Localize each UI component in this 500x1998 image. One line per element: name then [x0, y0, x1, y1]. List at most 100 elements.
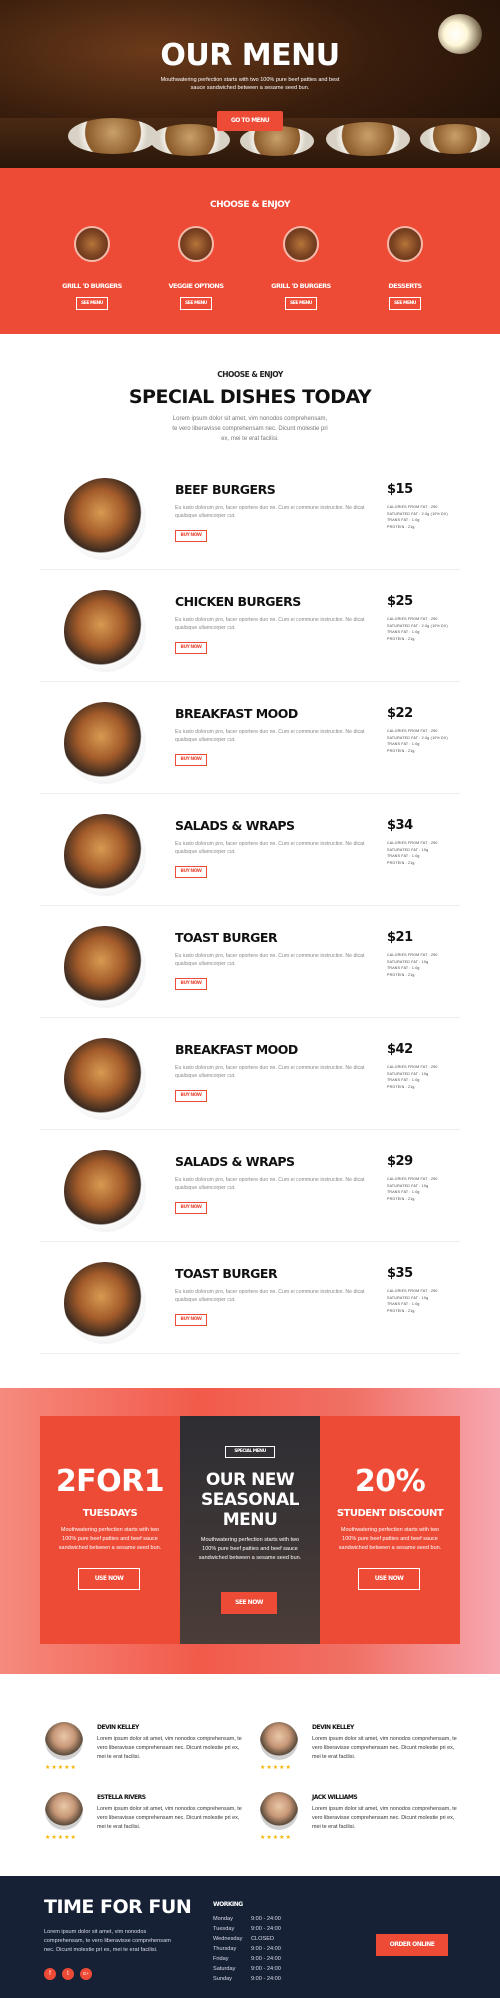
dish-image [64, 1262, 146, 1344]
hours-row: Tuesday 9:00 - 24:00 [213, 1926, 293, 1932]
dish-description: Eu iusto dolorum pro, facer oportere duo… [175, 1289, 365, 1303]
dish-name: SALADS & WRAPS [175, 1154, 295, 1169]
dish-image [64, 590, 146, 672]
dish-price: $35 [387, 1266, 413, 1281]
see-menu-button[interactable]: SEE MENU [76, 297, 108, 310]
dish-description: Eu iusto dolorum pro, facer oportere duo… [175, 953, 365, 967]
menu-item: CHICKEN BURGERS Eu iusto dolorum pro, fa… [40, 570, 460, 682]
menu-item: SALADS & WRAPS Eu iusto dolorum pro, fac… [40, 794, 460, 906]
facebook-icon[interactable]: f [44, 1968, 56, 1980]
burger-icon [283, 226, 319, 262]
reviewer-name: DEVIN KELLEY [312, 1724, 354, 1731]
dish-price: $22 [387, 706, 413, 721]
buy-now-button[interactable]: BUY NOW [175, 642, 207, 654]
day-label: Tuesday [213, 1926, 235, 1932]
dish-name: TOAST BURGER [175, 1266, 278, 1281]
use-now-button[interactable]: USE NOW [78, 1568, 140, 1590]
buy-now-button[interactable]: BUY NOW [175, 754, 207, 766]
twitter-icon[interactable]: t [62, 1968, 74, 1980]
dish-image [64, 926, 146, 1008]
menu-item: BREAKFAST MOOD Eu iusto dolorum pro, fac… [40, 1018, 460, 1130]
promo-section: 2FOR1 TUESDAYS Mouthwatering perfection … [0, 1388, 500, 1674]
testimonial: ★★★★★ ESTELLA RIVERS Lorem ipsum dolor s… [45, 1792, 245, 1852]
avatar [45, 1792, 83, 1830]
nutrition-info: CALORIES FROM FAT : 250 SATURATED FAT : … [387, 1064, 457, 1090]
promo-tag: SPECIAL MENU [225, 1446, 275, 1458]
dish-description: Eu iusto dolorum pro, facer oportere duo… [175, 505, 365, 519]
avatar [45, 1722, 83, 1760]
rating-stars: ★★★★★ [45, 1835, 77, 1841]
hours-value: 9:00 - 24:00 [251, 1956, 281, 1962]
buy-now-button[interactable]: BUY NOW [175, 1314, 207, 1326]
specials-eyebrow: CHOOSE & ENJOY [217, 370, 283, 379]
dish-name: CHICKEN BURGERS [175, 594, 301, 609]
day-label: Thursday [213, 1946, 237, 1952]
hours-row: Sunday 9:00 - 24:00 [213, 1976, 293, 1982]
see-menu-button[interactable]: SEE MENU [180, 297, 212, 310]
avatar [260, 1792, 298, 1830]
hours-value: 9:00 - 24:00 [251, 1946, 281, 1952]
menu-item: BREAKFAST MOOD Eu iusto dolorum pro, fac… [40, 682, 460, 794]
nutrition-info: CALORIES FROM FAT : 250 SATURATED FAT : … [387, 1176, 457, 1202]
reviewer-name: ESTELLA RIVERS [97, 1794, 146, 1801]
see-menu-button[interactable]: SEE MENU [285, 297, 317, 310]
day-label: Sunday [213, 1976, 232, 1982]
buy-now-button[interactable]: BUY NOW [175, 978, 207, 990]
see-menu-button[interactable]: SEE MENU [389, 297, 421, 310]
specials-description: Lorem ipsum dolor sit amet, vim nonodos … [172, 416, 328, 442]
buy-now-button[interactable]: BUY NOW [175, 530, 207, 542]
dish-image [64, 702, 146, 784]
nutrition-line: PROTEIN : 21g [387, 636, 415, 641]
rating-stars: ★★★★★ [260, 1765, 292, 1771]
day-label: Wednesday [213, 1936, 243, 1942]
nutrition-line: PROTEIN : 21g [387, 860, 415, 865]
buy-now-button[interactable]: BUY NOW [175, 1202, 207, 1214]
nutrition-info: CALORIES FROM FAT : 250 SATURATED FAT : … [387, 840, 457, 866]
promo-headline: 2FOR1 [55, 1464, 165, 1499]
day-label: Monday [213, 1916, 233, 1922]
buy-now-button[interactable]: BUY NOW [175, 1090, 207, 1102]
hours-value: 9:00 - 24:00 [251, 1926, 281, 1932]
nutrition-line: PROTEIN : 21g [387, 1308, 415, 1313]
dish-description: Eu iusto dolorum pro, facer oportere duo… [175, 617, 365, 631]
promo-headline: 20% [354, 1464, 426, 1499]
dish-description: Eu iusto dolorum pro, facer oportere duo… [175, 841, 365, 855]
nutrition-line: PROTEIN : 21g [387, 524, 415, 529]
dish-price: $34 [387, 818, 413, 833]
day-label: Friday [213, 1956, 229, 1962]
hours-row: Wednesday CLOSED [213, 1936, 293, 1942]
go-to-menu-button[interactable]: GO TO MENU [217, 111, 283, 131]
dish-name: BREAKFAST MOOD [175, 1042, 298, 1057]
promo-text: Mouthwatering perfection starts with two… [58, 1527, 162, 1551]
nutrition-info: CALORIES FROM FAT : 250 SATURATED FAT : … [387, 1288, 457, 1314]
dish-image [64, 478, 146, 560]
dish-description: Eu iusto dolorum pro, facer oportere duo… [175, 1177, 365, 1191]
hours-value: 9:00 - 24:00 [251, 1976, 281, 1982]
promo-card-seasonal: SPECIAL MENU OUR NEW SEASONAL MENU Mouth… [180, 1416, 320, 1644]
dish-price: $29 [387, 1154, 413, 1169]
hero-section: OUR MENU Mouthwatering perfection starts… [0, 0, 500, 168]
dish-price: $42 [387, 1042, 413, 1057]
use-now-button[interactable]: USE NOW [358, 1568, 420, 1590]
nutrition-line: PROTEIN : 21g [387, 1084, 415, 1089]
google-plus-icon[interactable]: G+ [80, 1968, 92, 1980]
promo-text: Mouthwatering perfection starts with two… [338, 1527, 442, 1551]
rating-stars: ★★★★★ [260, 1835, 292, 1841]
hours-row: Monday 9:00 - 24:00 [213, 1916, 293, 1922]
rating-stars: ★★★★★ [45, 1765, 77, 1771]
promo-headline: OUR NEW SEASONAL MENU [201, 1470, 299, 1530]
footer: TIME FOR FUN Lorem ipsum dolor sit amet,… [0, 1876, 500, 1998]
menu-item: TOAST BURGER Eu iusto dolorum pro, facer… [40, 1242, 460, 1354]
buy-now-button[interactable]: BUY NOW [175, 866, 207, 878]
categories-title: CHOOSE & ENJOY [209, 200, 291, 210]
see-now-button[interactable]: SEE NOW [221, 1592, 277, 1614]
dish-description: Eu iusto dolorum pro, facer oportere duo… [175, 1065, 365, 1079]
hours-row: Saturday 9:00 - 24:00 [213, 1966, 293, 1972]
nutrition-info: CALORIES FROM FAT : 250 SATURATED FAT : … [387, 616, 457, 642]
dish-name: SALADS & WRAPS [175, 818, 295, 833]
category-card: GRILL 'D BURGERS SEE MENU [266, 226, 336, 310]
category-label: VEGGIE OPTIONS [168, 282, 224, 290]
order-online-button[interactable]: ORDER ONLINE [376, 1934, 448, 1956]
menu-item: SALADS & WRAPS Eu iusto dolorum pro, fac… [40, 1130, 460, 1242]
testimonial: ★★★★★ DEVIN KELLEY Lorem ipsum dolor sit… [45, 1722, 245, 1782]
